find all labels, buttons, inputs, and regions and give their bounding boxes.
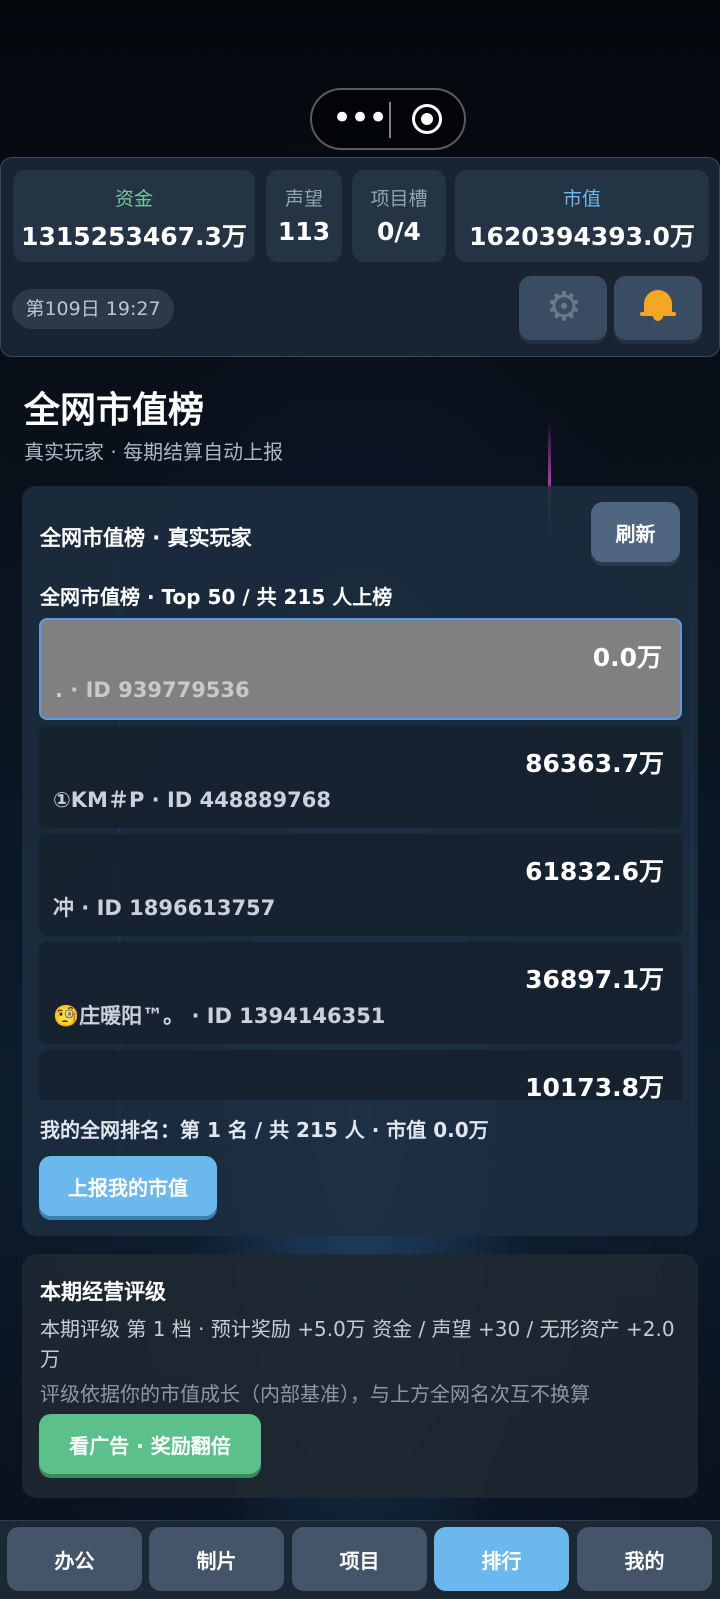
stat-market-value: 市值 1620394393.0万	[455, 170, 709, 262]
leaderboard-row[interactable]: 0.0万 . · ID 939779536	[39, 618, 682, 720]
stat-reputation: 声望 113	[266, 170, 342, 262]
refresh-button[interactable]: 刷新	[591, 502, 680, 562]
stat-reputation-value: 113	[277, 217, 331, 246]
watch-ad-button[interactable]: 看广告 · 奖励翻倍	[39, 1414, 261, 1474]
row-player: ①KM＃P · ID 448889768	[53, 788, 332, 812]
stat-funds-value: 1315253467.3万	[21, 222, 247, 251]
leaderboard-row[interactable]: 10173.8万	[39, 1050, 682, 1100]
bottom-tab-bar: 办公 制片 项目 排行 我的	[0, 1520, 720, 1599]
tab-ranking[interactable]: 排行	[434, 1527, 569, 1591]
more-icon[interactable]: •••	[332, 98, 388, 138]
tab-projects[interactable]: 项目	[292, 1527, 427, 1591]
settings-button[interactable]: ⚙	[519, 276, 607, 340]
stat-funds: 资金 1315253467.3万	[13, 170, 255, 262]
page-title: 全网市值榜	[24, 390, 205, 431]
leaderboard-summary: 全网市值榜 · Top 50 / 共 215 人上榜	[40, 585, 393, 609]
status-header: 资金 1315253467.3万 声望 113 项目槽 0/4 市值 16203…	[0, 157, 720, 357]
row-market-value: 36897.1万	[525, 965, 664, 994]
tab-office[interactable]: 办公	[7, 1527, 142, 1591]
row-player: . · ID 939779536	[55, 678, 250, 702]
row-player: 🧐庄暖阳™。 · ID 1394146351	[53, 1004, 386, 1028]
stat-project-slots-value: 0/4	[377, 217, 421, 246]
stat-reputation-label: 声望	[284, 188, 323, 210]
leaderboard-row[interactable]: 36897.1万 🧐庄暖阳™。 · ID 1394146351	[39, 942, 682, 1044]
leaderboard-title: 全网市值榜 · 真实玩家	[40, 526, 252, 550]
tab-production[interactable]: 制片	[149, 1527, 284, 1591]
row-market-value: 10173.8万	[525, 1073, 664, 1100]
close-target-icon[interactable]	[412, 104, 442, 134]
rating-description: 本期评级 第 1 档 · 预计奖励 +5.0万 资金 / 声望 +30 / 无形…	[40, 1317, 675, 1371]
leaderboard-row[interactable]: 61832.6万 冲 · ID 1896613757	[39, 834, 682, 936]
capsule-divider	[389, 102, 391, 138]
row-market-value: 86363.7万	[525, 749, 664, 778]
rating-note: 评级依据你的市值成长（内部基准），与上方全网名次互不换算	[40, 1382, 590, 1406]
notification-button[interactable]	[614, 276, 702, 340]
tab-mine[interactable]: 我的	[577, 1527, 712, 1591]
my-rank-text: 我的全网排名：第 1 名 / 共 215 人 · 市值 0.0万	[40, 1118, 489, 1142]
bell-icon-base	[640, 312, 676, 316]
stat-project-slots-label: 项目槽	[370, 188, 428, 210]
stat-project-slots: 项目槽 0/4	[352, 170, 446, 262]
stat-market-value-value: 1620394393.0万	[469, 222, 695, 251]
row-player: 冲 · ID 1896613757	[53, 896, 276, 920]
stat-funds-label: 资金	[114, 188, 153, 210]
leaderboard-card: 全网市值榜 · 真实玩家 刷新 全网市值榜 · Top 50 / 共 215 人…	[22, 486, 698, 1236]
rating-title: 本期经营评级	[40, 1280, 166, 1304]
row-market-value: 61832.6万	[525, 857, 664, 886]
stat-market-value-label: 市值	[562, 188, 601, 210]
miniprogram-capsule: •••	[310, 88, 466, 150]
leaderboard-list[interactable]: 0.0万 . · ID 939779536 86363.7万 ①KM＃P · I…	[39, 618, 682, 1100]
day-time-badge: 第109日 19:27	[12, 289, 174, 329]
page-subtitle: 真实玩家 · 每期结算自动上报	[24, 440, 284, 464]
bell-icon	[644, 290, 672, 321]
report-market-value-button[interactable]: 上报我的市值	[39, 1156, 217, 1216]
rating-card: 本期经营评级 本期评级 第 1 档 · 预计奖励 +5.0万 资金 / 声望 +…	[22, 1254, 698, 1498]
gear-icon: ⚙	[546, 284, 582, 330]
leaderboard-row[interactable]: 86363.7万 ①KM＃P · ID 448889768	[39, 726, 682, 828]
row-market-value: 0.0万	[592, 643, 662, 672]
